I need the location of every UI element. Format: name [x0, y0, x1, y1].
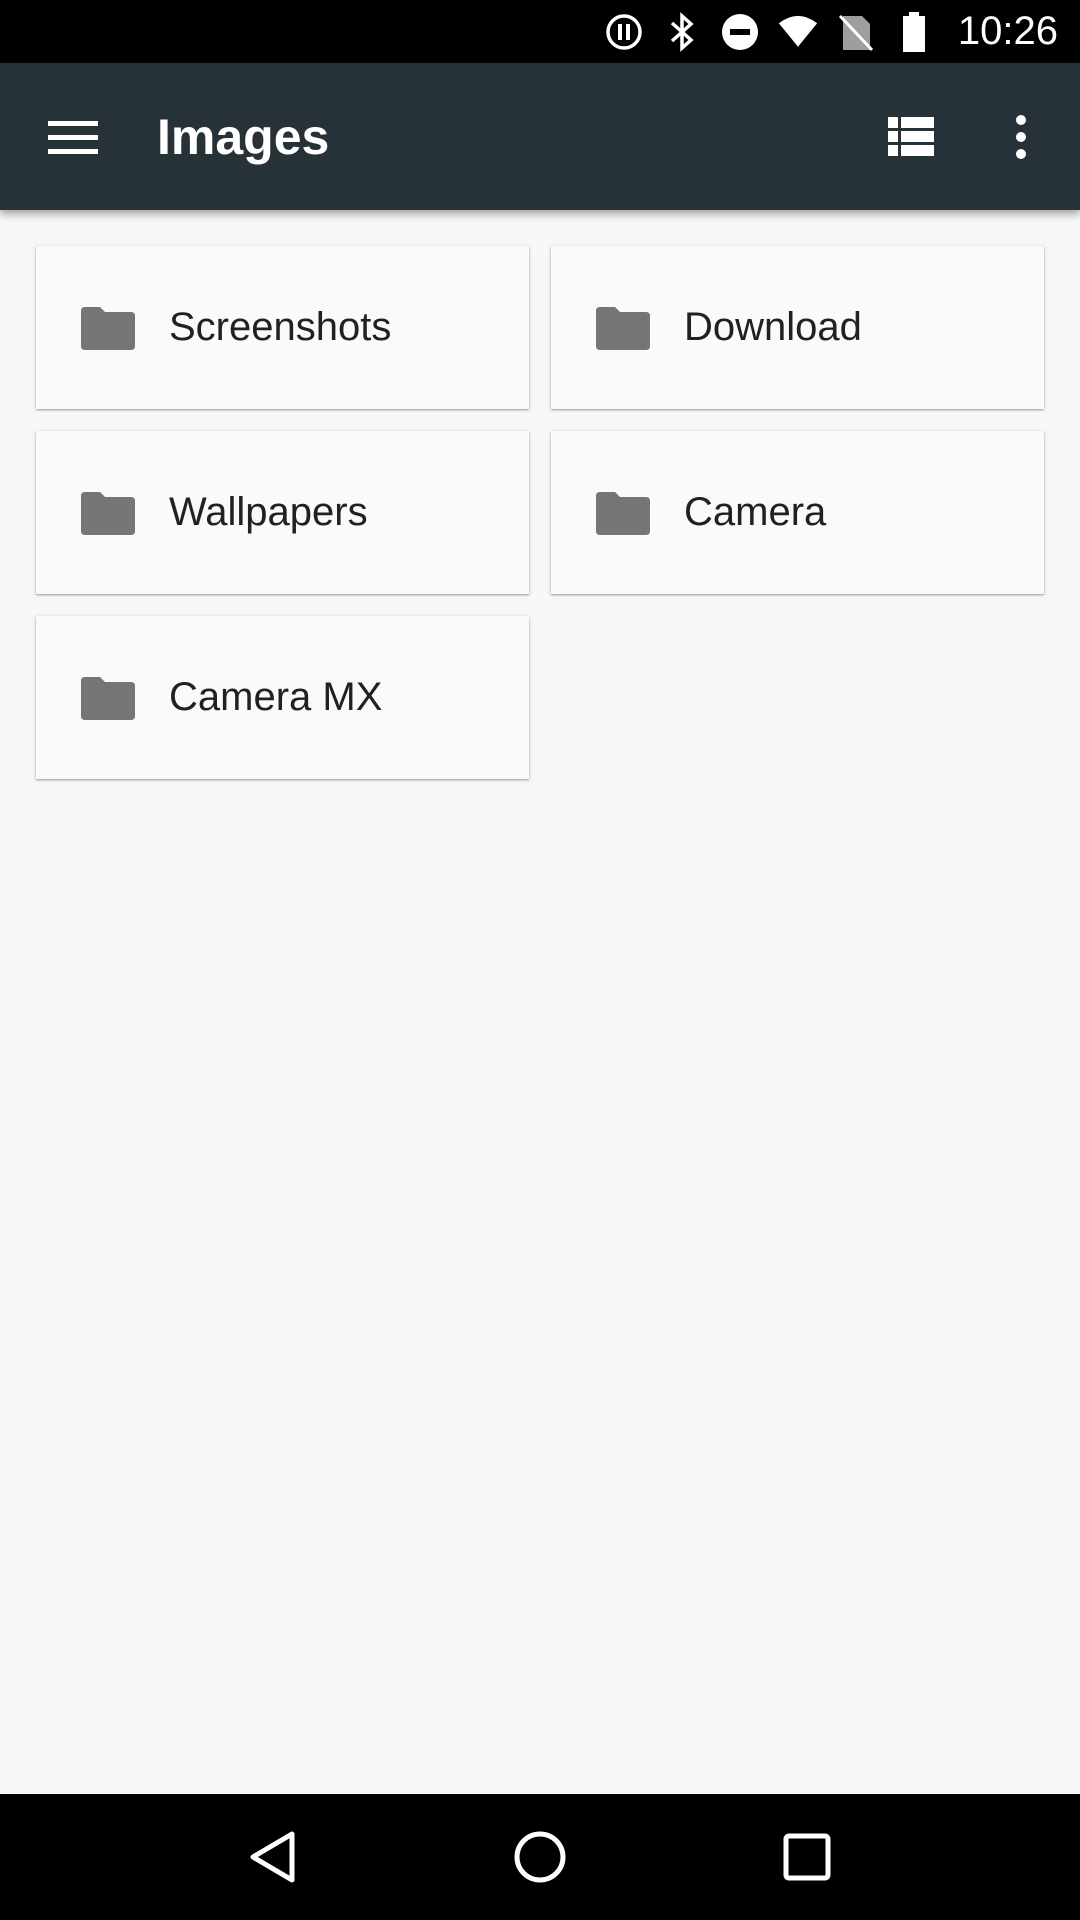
- folder-icon: [81, 306, 135, 350]
- list-view-icon: [888, 116, 934, 156]
- folder-card-screenshots[interactable]: Screenshots: [36, 246, 529, 409]
- home-button[interactable]: [495, 1812, 585, 1902]
- pause-icon: [604, 12, 644, 52]
- folder-card-download[interactable]: Download: [551, 246, 1044, 409]
- recents-button[interactable]: [762, 1812, 852, 1902]
- folder-name: Wallpapers: [169, 490, 368, 534]
- back-triangle-icon: [250, 1831, 295, 1883]
- overflow-menu-icon: [1016, 114, 1026, 159]
- folder-icon: [81, 676, 135, 720]
- battery-icon: [894, 11, 934, 52]
- folder-grid-container: Screenshots Download Wallpapers Camera C…: [0, 210, 1080, 1794]
- folder-name: Download: [684, 305, 862, 349]
- home-circle-icon: [514, 1831, 566, 1883]
- bluetooth-icon: [662, 11, 702, 52]
- folder-name: Camera MX: [169, 675, 383, 719]
- folder-card-camera[interactable]: Camera: [551, 431, 1044, 594]
- back-button[interactable]: [228, 1812, 318, 1902]
- folder-name: Camera: [684, 490, 827, 534]
- page-title: Images: [157, 108, 330, 165]
- folder-name: Screenshots: [169, 305, 392, 349]
- hamburger-menu-icon: [48, 120, 98, 154]
- folder-icon: [596, 306, 650, 350]
- clock: 10:26: [957, 9, 1058, 53]
- folder-icon: [596, 491, 650, 535]
- status-bar: 10:26: [0, 0, 1080, 63]
- recents-square-icon: [783, 1833, 831, 1881]
- folder-icon: [81, 491, 135, 535]
- folder-grid: Screenshots Download Wallpapers Camera C…: [36, 246, 1044, 779]
- wifi-icon: [778, 12, 818, 52]
- more-options-button[interactable]: [971, 87, 1071, 187]
- system-navigation-bar: [0, 1794, 1080, 1920]
- folder-card-wallpapers[interactable]: Wallpapers: [36, 431, 529, 594]
- list-view-button[interactable]: [861, 87, 961, 187]
- no-sim-icon: [836, 12, 876, 52]
- app-toolbar: Images: [0, 63, 1080, 210]
- folder-card-camera-mx[interactable]: Camera MX: [36, 616, 529, 779]
- navigation-drawer-button[interactable]: [23, 87, 123, 187]
- do-not-disturb-icon: [720, 12, 760, 52]
